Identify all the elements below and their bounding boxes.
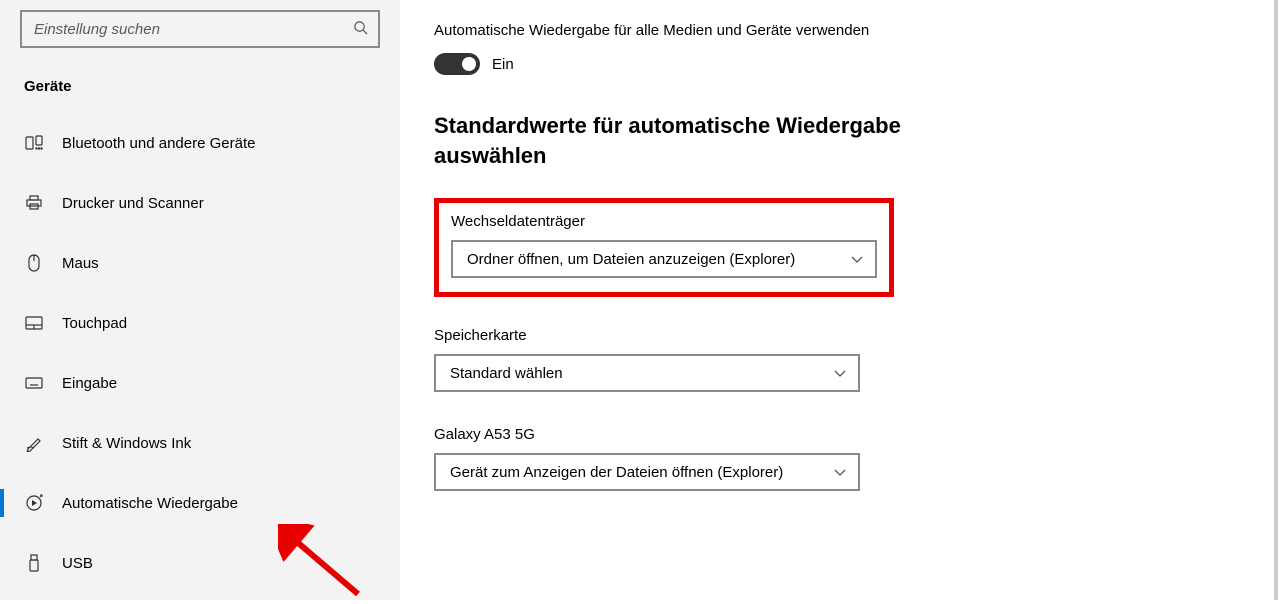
sidebar-item-autoplay[interactable]: Automatische Wiedergabe xyxy=(0,473,400,533)
sidebar-item-usb[interactable]: USB xyxy=(0,533,400,593)
memorycard-label: Speicherkarte xyxy=(434,327,1242,344)
search-icon xyxy=(353,20,368,38)
sidebar-item-printers[interactable]: Drucker und Scanner xyxy=(0,173,400,233)
scrollbar[interactable] xyxy=(1274,0,1278,600)
autoplay-toggle[interactable] xyxy=(434,53,480,75)
sidebar-item-label: USB xyxy=(62,555,93,572)
autoplay-all-label: Automatische Wiedergabe für alle Medien … xyxy=(434,22,1242,39)
sidebar-item-label: Touchpad xyxy=(62,315,127,332)
sidebar-section-title: Geräte xyxy=(0,64,400,113)
sidebar-item-label: Bluetooth und andere Geräte xyxy=(62,135,255,152)
sidebar-item-label: Maus xyxy=(62,255,99,272)
keyboard-icon xyxy=(24,377,44,389)
dropdown-value: Standard wählen xyxy=(450,365,563,382)
phone-device-dropdown[interactable]: Gerät zum Anzeigen der Dateien öffnen (E… xyxy=(434,453,860,491)
dropdown-value: Gerät zum Anzeigen der Dateien öffnen (E… xyxy=(450,464,783,481)
phone-device-label: Galaxy A53 5G xyxy=(434,426,1242,443)
main-content: Automatische Wiedergabe für alle Medien … xyxy=(400,0,1282,600)
removable-drive-dropdown[interactable]: Ordner öffnen, um Dateien anzuzeigen (Ex… xyxy=(451,240,877,278)
touchpad-icon xyxy=(24,316,44,330)
sidebar-item-bluetooth[interactable]: Bluetooth und andere Geräte xyxy=(0,113,400,173)
sidebar-item-label: Stift & Windows Ink xyxy=(62,435,191,452)
sidebar-item-label: Drucker und Scanner xyxy=(62,195,204,212)
mouse-icon xyxy=(24,254,44,272)
sidebar-item-label: Automatische Wiedergabe xyxy=(62,495,238,512)
bluetooth-devices-icon xyxy=(24,135,44,151)
sidebar-item-typing[interactable]: Eingabe xyxy=(0,353,400,413)
removable-drive-label: Wechseldatenträger xyxy=(451,213,877,230)
dropdown-value: Ordner öffnen, um Dateien anzuzeigen (Ex… xyxy=(467,251,795,268)
sidebar-item-touchpad[interactable]: Touchpad xyxy=(0,293,400,353)
toggle-state-label: Ein xyxy=(492,56,514,73)
chevron-down-icon xyxy=(834,365,846,382)
memorycard-dropdown[interactable]: Standard wählen xyxy=(434,354,860,392)
toggle-knob xyxy=(462,57,476,71)
sidebar: Geräte Bluetooth und andere Geräte Druck… xyxy=(0,0,400,600)
highlight-annotation: Wechseldatenträger Ordner öffnen, um Dat… xyxy=(434,198,894,297)
search-input[interactable] xyxy=(34,21,353,38)
defaults-header: Standardwerte für automatische Wiedergab… xyxy=(434,111,954,170)
chevron-down-icon xyxy=(851,251,863,268)
pen-icon xyxy=(24,434,44,452)
search-box[interactable] xyxy=(20,10,380,48)
autoplay-icon xyxy=(24,494,44,512)
sidebar-item-mouse[interactable]: Maus xyxy=(0,233,400,293)
sidebar-item-pen[interactable]: Stift & Windows Ink xyxy=(0,413,400,473)
printer-icon xyxy=(24,195,44,211)
chevron-down-icon xyxy=(834,464,846,481)
sidebar-item-label: Eingabe xyxy=(62,375,117,392)
usb-icon xyxy=(24,554,44,572)
